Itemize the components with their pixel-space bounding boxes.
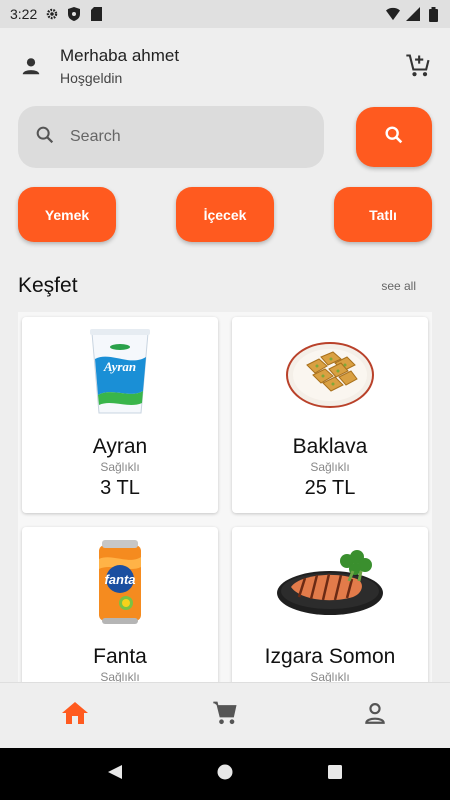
product-name: Fanta (93, 645, 147, 668)
app-content: Merhaba ahmet Hoşgeldin Yemek İçecek Tat… (0, 28, 450, 682)
product-tag: Sağlıklı (100, 670, 140, 682)
search-field[interactable] (18, 106, 324, 168)
wifi-icon (386, 7, 400, 21)
category-button-yemek[interactable]: Yemek (18, 187, 116, 242)
recents-square-icon[interactable] (327, 764, 343, 785)
search-button[interactable] (356, 107, 432, 167)
signal-icon (406, 7, 420, 21)
product-grid: Ayran Ayran Sağlıklı 3 TL Baklava Sağlık… (18, 312, 432, 682)
product-tag: Sağlıklı (100, 460, 140, 474)
search-icon (383, 124, 405, 151)
nav-profile[interactable] (300, 683, 450, 748)
cart-icon (210, 699, 240, 732)
category-button-icecek[interactable]: İçecek (176, 187, 274, 242)
ayran-cup-icon: Ayran (60, 327, 180, 417)
fanta-can-icon: fanta (60, 537, 180, 627)
svg-text:fanta: fanta (104, 572, 135, 587)
search-icon (34, 124, 56, 151)
add-to-cart-icon[interactable] (404, 52, 432, 80)
section-title: Keşfet (18, 274, 78, 297)
product-name: Ayran (92, 435, 148, 458)
product-card-izgara-somon[interactable]: Izgara Somon Sağlıklı (232, 527, 428, 682)
product-tag: Sağlıklı (310, 460, 350, 474)
search-input[interactable] (70, 128, 290, 146)
settings-gear-icon (45, 7, 59, 21)
battery-icon (426, 6, 440, 22)
home-circle-icon[interactable] (217, 764, 233, 785)
product-price: 25 TL (304, 477, 356, 499)
greeting-title: Merhaba ahmet (60, 46, 180, 65)
see-all-link[interactable]: see all (381, 279, 416, 293)
status-bar: 3:22 (0, 0, 450, 28)
product-tag: Sağlıklı (310, 670, 350, 682)
product-price: 3 TL (100, 477, 140, 499)
system-navigation-bar (0, 748, 450, 800)
header: Merhaba ahmet Hoşgeldin (18, 44, 432, 88)
product-card-ayran[interactable]: Ayran Ayran Sağlıklı 3 TL (22, 317, 218, 513)
greeting-block: Merhaba ahmet Hoşgeldin (60, 46, 179, 86)
svg-text:Ayran: Ayran (103, 359, 136, 374)
category-button-tatli[interactable]: Tatlı (334, 187, 432, 242)
shield-icon (67, 7, 81, 21)
home-icon (61, 701, 89, 730)
person-icon[interactable] (18, 53, 44, 79)
salmon-plate-icon (270, 537, 390, 627)
greeting-subtitle: Hoşgeldin (60, 70, 123, 86)
person-outline-icon (362, 700, 388, 731)
baklava-plate-icon (270, 327, 390, 417)
product-card-baklava[interactable]: Baklava Sağlıklı 25 TL (232, 317, 428, 513)
product-card-fanta[interactable]: fanta Fanta Sağlıklı (22, 527, 218, 682)
back-icon[interactable] (107, 764, 123, 785)
nav-home[interactable] (0, 683, 150, 748)
product-name: Baklava (292, 435, 368, 458)
product-name: Izgara Somon (264, 645, 396, 668)
sd-card-icon (89, 7, 103, 21)
status-time: 3:22 (10, 6, 38, 22)
bottom-navigation (0, 682, 450, 748)
nav-cart[interactable] (150, 683, 300, 748)
